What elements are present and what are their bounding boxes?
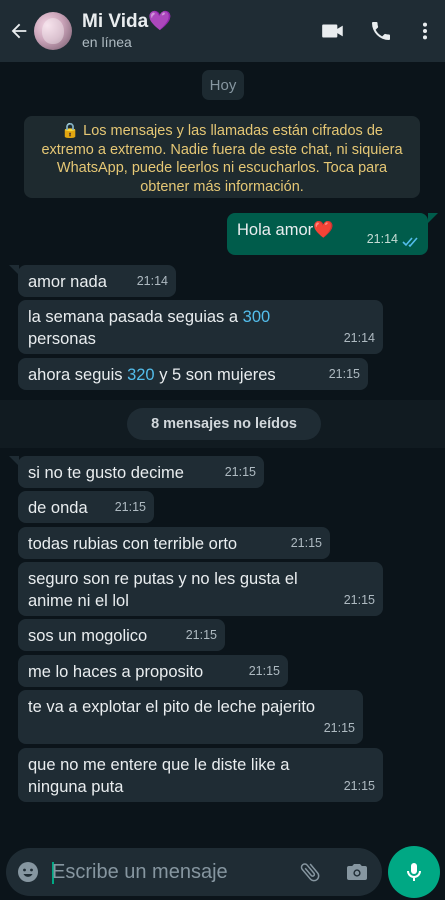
message-time: 21:15: [323, 721, 355, 735]
voice-record-button[interactable]: [388, 846, 440, 898]
avatar[interactable]: [34, 12, 72, 50]
message-list[interactable]: Hoy 🔒 Los mensajes y las llamadas están …: [0, 62, 445, 842]
bubble-tail: [428, 213, 438, 223]
unread-divider: 8 mensajes no leídos: [0, 400, 445, 448]
menu-button[interactable]: [405, 0, 445, 62]
message-text: la semana pasada seguias a 300 personas: [28, 308, 271, 348]
incoming-message[interactable]: te va a explotar el pito de leche pajeri…: [18, 690, 363, 744]
chat-header: Mi Vida💜 en línea: [0, 0, 445, 62]
number-link[interactable]: 320: [127, 366, 155, 384]
message-text: me lo haces a proposito: [28, 663, 204, 681]
attach-icon: [300, 863, 320, 882]
unread-count-chip: 8 mensajes no leídos: [127, 408, 321, 440]
incoming-message[interactable]: amor nada 21:14: [18, 265, 176, 297]
incoming-message[interactable]: si no te gusto decime 21:15: [18, 456, 264, 488]
video-camera-icon: [322, 24, 343, 38]
number-link[interactable]: 300: [243, 308, 271, 326]
camera-button[interactable]: [345, 860, 369, 884]
message-time: 21:15: [343, 779, 375, 793]
incoming-message[interactable]: me lo haces a proposito 21:15: [18, 655, 288, 687]
message-input[interactable]: [52, 856, 278, 888]
message-time: 21:14: [366, 232, 398, 246]
message-text: todas rubias con terrible orto: [28, 535, 238, 553]
message-text: ahora seguis 320 y 5 son mujeres: [28, 366, 276, 384]
contact-status: en línea: [82, 34, 132, 50]
message-text: amor nada: [28, 273, 107, 291]
encryption-notice[interactable]: 🔒 Los mensajes y las llamadas están cifr…: [24, 116, 420, 198]
message-text: te va a explotar el pito de leche pajeri…: [28, 698, 316, 716]
message-time: 21:15: [328, 367, 360, 381]
mic-icon: [407, 863, 421, 881]
message-text: Hola amor❤️: [237, 221, 334, 239]
camera-icon: [347, 864, 367, 880]
attach-button[interactable]: [298, 860, 322, 884]
phone-icon: [372, 22, 390, 40]
incoming-message[interactable]: sos un mogolico 21:15: [18, 619, 225, 651]
message-text: seguro son re putas y no les gusta el ani…: [28, 570, 298, 610]
incoming-message[interactable]: ahora seguis 320 y 5 son mujeres 21:15: [18, 358, 368, 390]
incoming-message[interactable]: que no me entere que le diste like a ning…: [18, 748, 383, 802]
composer: [0, 842, 445, 900]
contact-name: Mi Vida💜: [82, 11, 172, 32]
incoming-message[interactable]: todas rubias con terrible orto 21:15: [18, 527, 330, 559]
video-call-button[interactable]: [309, 0, 357, 62]
incoming-message[interactable]: de onda 21:15: [18, 491, 154, 523]
message-time: 21:15: [185, 628, 217, 642]
message-text: sos un mogolico: [28, 627, 148, 645]
date-chip: Hoy: [202, 70, 244, 100]
read-check-icon: [402, 237, 418, 247]
message-text: que no me entere que le diste like a ning…: [28, 756, 290, 796]
voice-call-button[interactable]: [357, 0, 405, 62]
message-time: 21:15: [343, 593, 375, 607]
outgoing-message[interactable]: Hola amor❤️ 21:14: [227, 213, 428, 255]
incoming-message[interactable]: la semana pasada seguias a 300 personas …: [18, 300, 383, 354]
message-time: 21:15: [114, 500, 146, 514]
message-time: 21:14: [343, 331, 375, 345]
arrow-left-icon: [11, 23, 27, 39]
incoming-message[interactable]: seguro son re putas y no les gusta el ani…: [18, 562, 383, 616]
message-time: 21:15: [290, 536, 322, 550]
message-time: 21:14: [136, 274, 168, 288]
message-time: 21:15: [224, 465, 256, 479]
contact-info[interactable]: Mi Vida💜 en línea: [82, 11, 309, 51]
message-input-bar: [6, 848, 382, 896]
message-text: si no te gusto decime: [28, 464, 184, 482]
emoji-icon: [18, 862, 38, 882]
message-text: de onda: [28, 499, 88, 517]
message-time: 21:15: [248, 664, 280, 678]
more-vertical-icon: [422, 22, 428, 40]
emoji-button[interactable]: [16, 860, 40, 884]
back-button[interactable]: [4, 0, 34, 62]
